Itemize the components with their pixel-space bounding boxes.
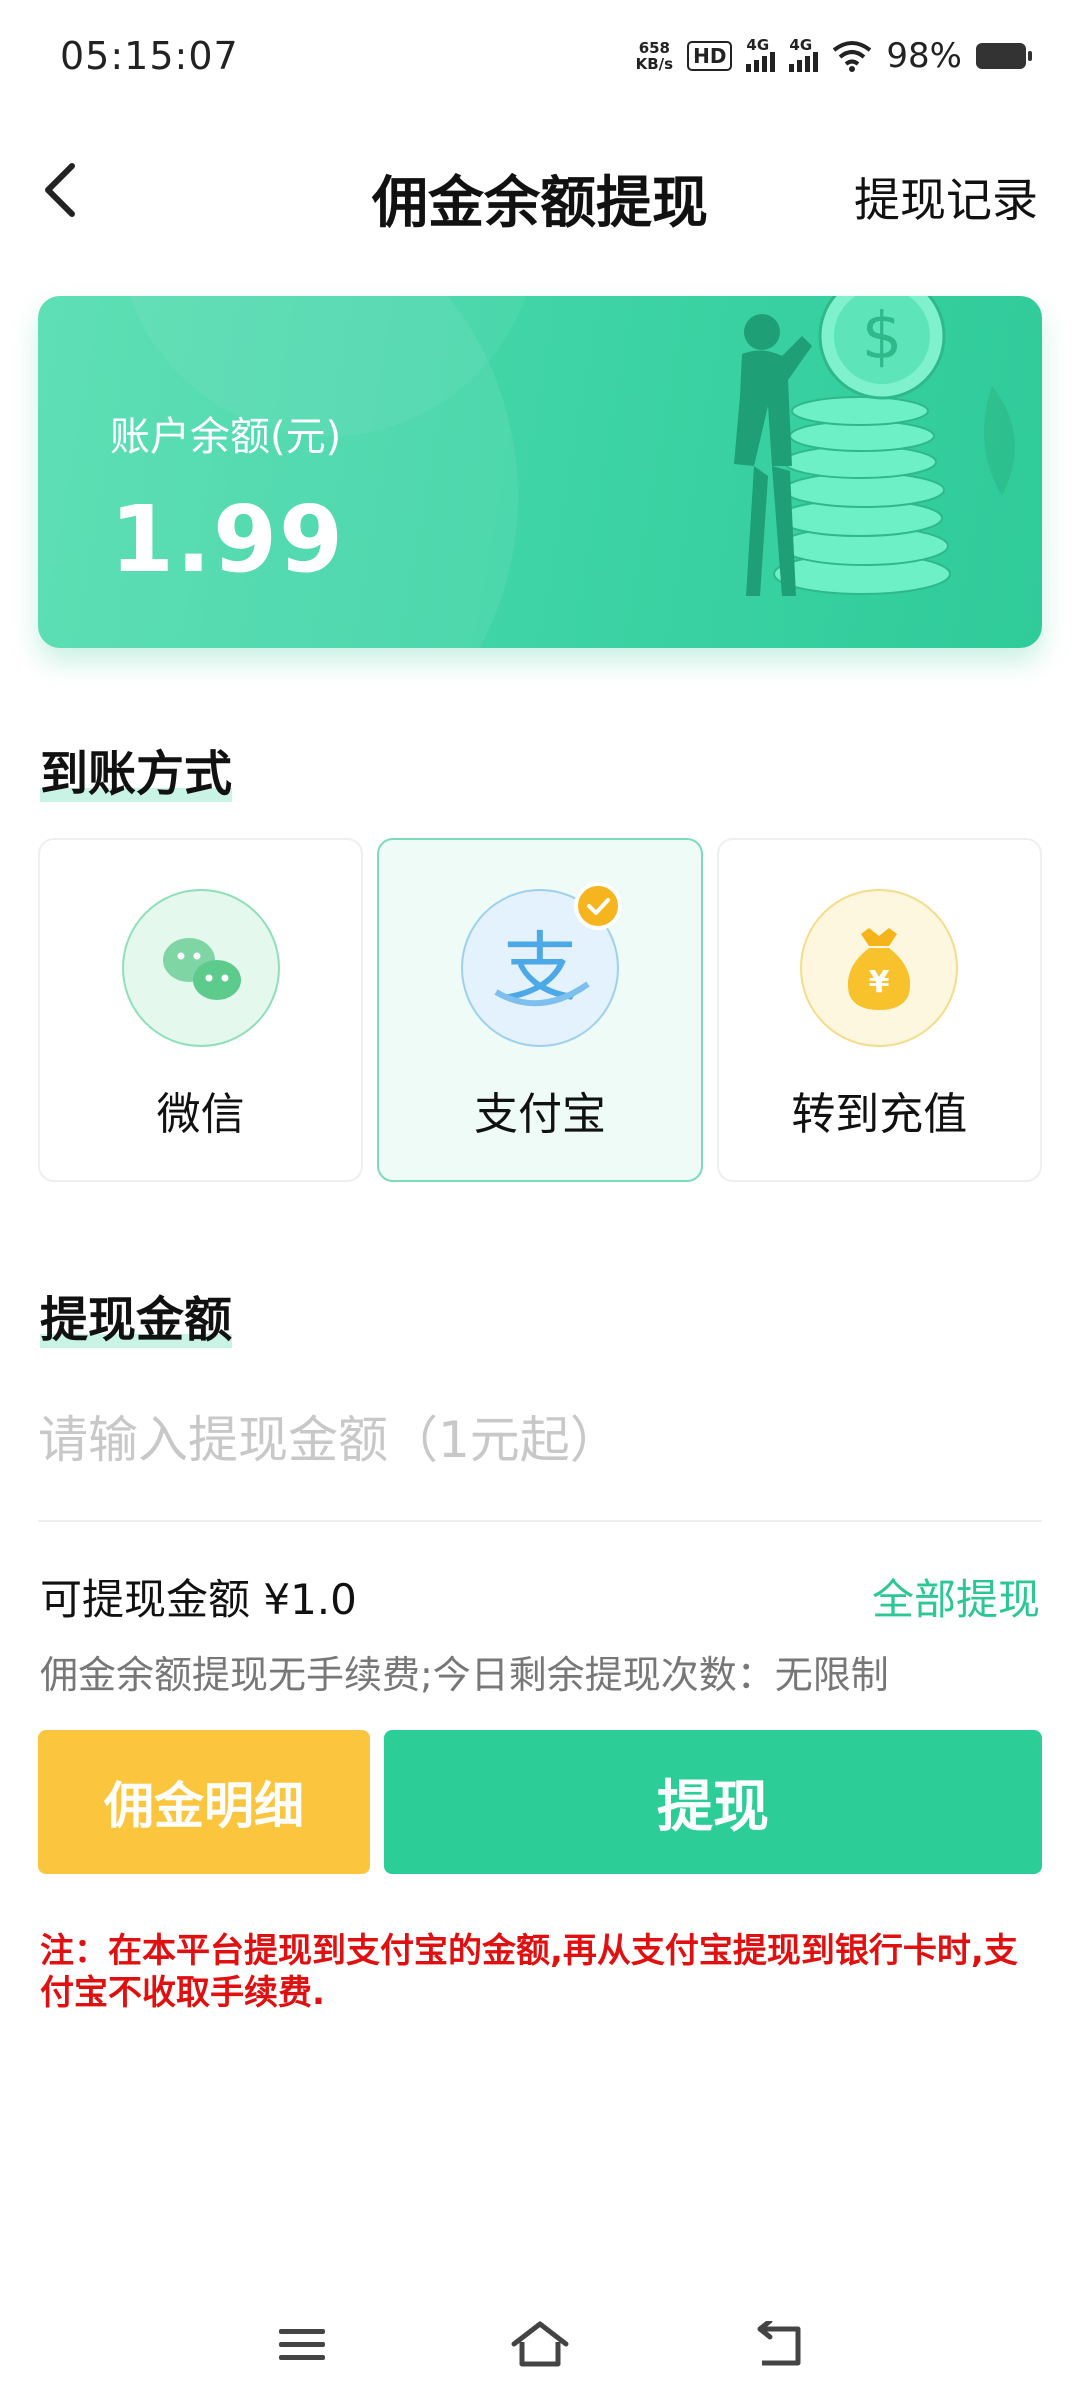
method-label: 微信: [156, 1089, 245, 1140]
hd-icon: HD: [687, 41, 733, 71]
method-recharge[interactable]: ¥ 转到充值: [716, 838, 1042, 1182]
money-bag-icon: ¥: [800, 889, 959, 1047]
withdraw-button[interactable]: 提现: [384, 1730, 1042, 1874]
home-nav-button[interactable]: [500, 2310, 580, 2380]
status-bar: 05:15:07 658 KB/s HD 4G 4G 98%: [0, 0, 1080, 120]
wifi-icon: [833, 41, 872, 72]
menu-icon: [279, 2329, 325, 2360]
balance-card: 账户余额(元) 1.99 $: [38, 296, 1042, 648]
method-wechat[interactable]: 微信: [38, 838, 364, 1182]
return-icon: [757, 2321, 801, 2366]
payout-method-list: 微信 支 支付宝 ¥ 转到充值: [38, 838, 1042, 1182]
notice-text: 注：在本平台提现到支付宝的金额,再从支付宝提现到银行卡时,支付宝不收取手续费.: [40, 1931, 1018, 2013]
header: 佣金余额提现 提现记录: [0, 140, 1080, 240]
coins-illustration: $: [734, 296, 1015, 596]
method-label: 支付宝: [473, 1089, 606, 1140]
battery-percent: 98%: [886, 36, 962, 76]
battery-icon: [976, 43, 1032, 69]
wechat-icon: [121, 889, 280, 1047]
network-speed: 658 KB/s: [635, 39, 674, 73]
signal-icon: 4G: [746, 36, 776, 72]
withdraw-amount-input[interactable]: [38, 1380, 1042, 1500]
withdraw-record-link[interactable]: 提现记录: [854, 164, 1038, 230]
balance-label: 账户余额(元): [110, 414, 342, 460]
status-icons: 658 KB/s HD 4G 4G 98%: [635, 36, 1032, 76]
section-title-amount: 提现金额: [40, 1292, 233, 1348]
withdraw-all-link[interactable]: 全部提现: [872, 1566, 1040, 1627]
svg-text:¥: ¥: [869, 965, 890, 1000]
signal-icon: 4G: [789, 36, 819, 72]
commission-detail-button[interactable]: 佣金明细: [38, 1730, 370, 1874]
section-title-method: 到账方式: [40, 746, 233, 802]
available-amount: 可提现金额 ¥1.0: [40, 1575, 357, 1624]
status-time: 05:15:07: [60, 34, 239, 78]
divider: [38, 1520, 1042, 1522]
menu-nav-button[interactable]: [262, 2310, 342, 2380]
balance-value: 1.99: [110, 486, 345, 593]
method-label: 转到充值: [791, 1089, 968, 1140]
fee-info: 佣金余额提现无手续费;今日剩余提现次数：无限制: [40, 1653, 889, 1697]
method-alipay[interactable]: 支 支付宝: [377, 838, 703, 1182]
svg-text:$: $: [862, 300, 903, 374]
back-nav-button[interactable]: [740, 2310, 820, 2380]
system-nav-bar: [0, 2300, 1080, 2400]
home-icon: [511, 2321, 569, 2367]
selected-check-icon: [573, 882, 622, 930]
